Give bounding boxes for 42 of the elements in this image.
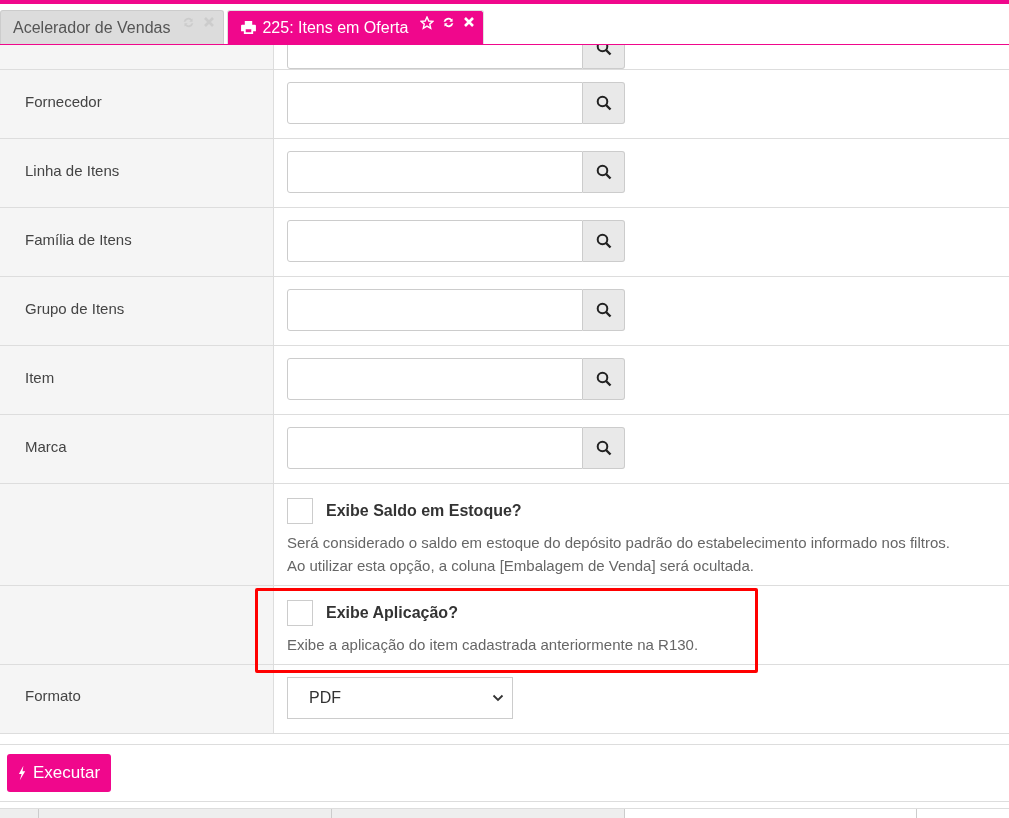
search-button[interactable] (583, 220, 625, 262)
field-label: Fornecedor (25, 93, 102, 110)
input-field[interactable] (287, 289, 583, 331)
input-field[interactable] (287, 82, 583, 124)
checkbox[interactable] (287, 600, 313, 626)
tab-label: Acelerador de Vendas (13, 18, 171, 37)
search-icon (595, 302, 612, 318)
search-icon (595, 233, 612, 249)
help-text: Será considerado o saldo em estoque do depósito padrão do estabelecimento informado nos filtros. Ao utilizar esta opção, a coluna [Embalagem de Venda] será ocultada. (287, 533, 950, 576)
execute-button[interactable]: Executar (7, 754, 112, 792)
checkbox[interactable] (287, 498, 313, 524)
chevron-icon (492, 694, 504, 702)
checkbox-label: Exibe Aplicação? (326, 604, 458, 622)
field-label: Marca (25, 438, 67, 455)
input-field[interactable] (287, 220, 583, 262)
printer-icon (241, 21, 257, 34)
search-button[interactable] (583, 82, 625, 124)
search-button[interactable] (583, 151, 625, 193)
format-select[interactable]: PDF (287, 677, 513, 719)
help-text: Exibe a aplicação do item cadastrada anteriormente na R130. (287, 635, 699, 655)
bolt-icon (18, 765, 27, 781)
input-field[interactable] (287, 427, 583, 469)
star-icon[interactable] (420, 16, 435, 30)
search-icon (595, 164, 612, 180)
search-button[interactable] (583, 289, 625, 331)
search-icon (595, 371, 612, 387)
refresh-icon[interactable] (442, 16, 456, 29)
search-button[interactable] (583, 358, 625, 400)
search-icon (595, 95, 612, 111)
search-icon (595, 45, 612, 56)
input-field[interactable] (287, 358, 583, 400)
field-label: Item (25, 369, 55, 386)
input-field[interactable] (287, 151, 583, 193)
tab[interactable]: 225: Itens em Oferta (227, 10, 485, 44)
field-label: Linha de Itens (25, 162, 120, 179)
checkbox-label: Exibe Saldo em Estoque? (326, 502, 522, 520)
search-icon (595, 440, 612, 456)
field-label: Grupo de Itens (25, 300, 125, 317)
tab-label: 225: Itens em Oferta (262, 18, 409, 37)
field-label: Formato (25, 687, 81, 704)
field-label: Família de Itens (25, 231, 132, 248)
search-button[interactable] (583, 427, 625, 469)
